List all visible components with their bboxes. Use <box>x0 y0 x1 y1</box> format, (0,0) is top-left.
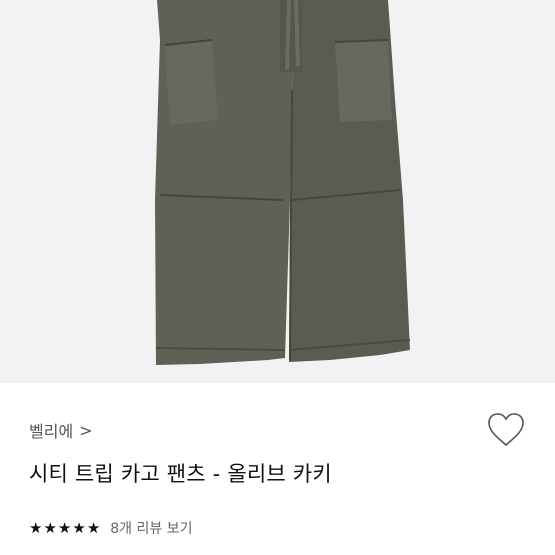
heart-outline-icon[interactable] <box>487 412 525 448</box>
brand-name: 벨리에 <box>29 422 74 441</box>
view-reviews-link[interactable]: 8개 리뷰 보기 <box>110 518 192 538</box>
star-icon: ★ <box>29 518 43 537</box>
product-image[interactable] <box>0 0 555 383</box>
cargo-pants-image <box>155 0 411 365</box>
product-title: 시티 트립 카고 팬츠 - 올리브 카키 <box>29 462 332 486</box>
star-icon: ★ <box>86 518 101 537</box>
star-icon: ★ <box>57 518 72 537</box>
star-icon: ★ <box>43 518 57 537</box>
chevron-right-icon: > <box>79 420 93 440</box>
star-rating: ★ ★ ★ ★ ★ <box>29 518 101 537</box>
rating-row: ★ ★ ★ ★ ★ 8개 리뷰 보기 <box>29 518 192 538</box>
brand-link[interactable]: 벨리에 > <box>29 418 93 442</box>
star-icon: ★ <box>72 518 86 537</box>
